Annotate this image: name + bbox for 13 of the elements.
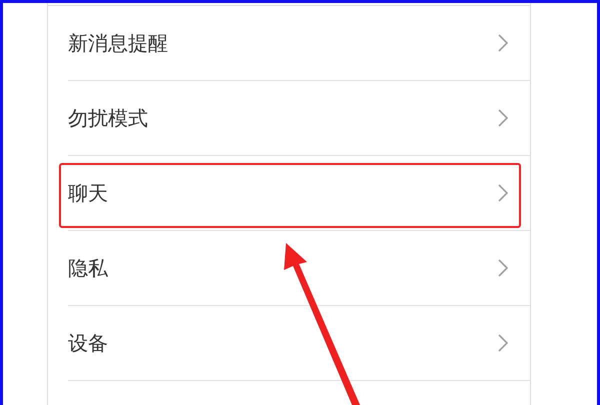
chevron-icon [498,184,508,202]
item-label: 勿扰模式 [68,104,148,132]
settings-item[interactable]: 勿扰模式 [48,81,530,156]
item-label: 设备 [68,330,108,356]
settings-item[interactable]: 新消息提醒 [48,6,530,81]
item-label: 新消息提醒 [68,30,168,56]
settings-item[interactable]: 聊天 [48,156,530,231]
chevron-icon [498,334,508,352]
item-label: 隐私 [68,254,108,282]
chevron-icon [498,109,508,127]
chevron-icon [498,34,508,52]
item-label: 聊天 [68,180,108,206]
chevron-icon [498,259,508,277]
